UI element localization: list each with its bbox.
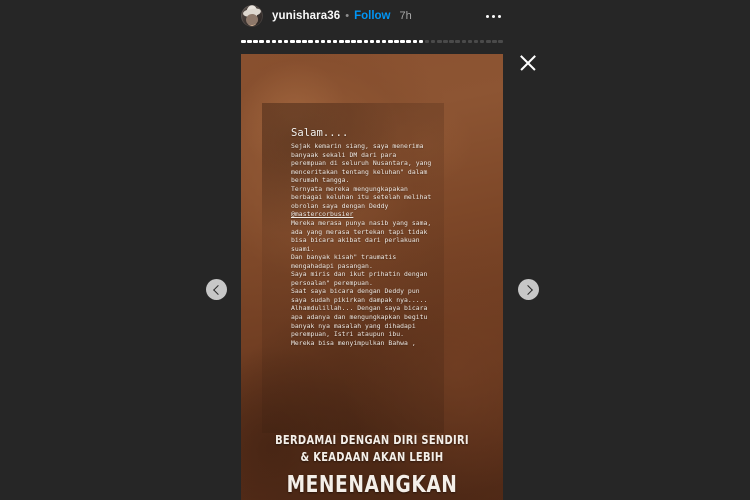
- progress-segment[interactable]: [339, 40, 344, 43]
- more-dot: [486, 14, 489, 18]
- story-body-text-continued: Mereka merasa punya nasib yang sama, ada…: [291, 219, 432, 347]
- more-dot: [498, 14, 501, 18]
- progress-segment[interactable]: [369, 40, 375, 43]
- progress-segment[interactable]: [332, 40, 338, 43]
- progress-segment[interactable]: [302, 40, 307, 43]
- chevron-left-glyph: [212, 284, 223, 295]
- story-caption: BERDAMAI DENGAN DIRI SENDIRI & KEADAAN A…: [241, 431, 503, 500]
- progress-segment[interactable]: [320, 40, 326, 43]
- progress-segment[interactable]: [375, 40, 381, 43]
- story-progress-bar[interactable]: [241, 40, 503, 43]
- progress-segment[interactable]: [388, 40, 393, 43]
- progress-segment[interactable]: [455, 40, 460, 43]
- progress-segment[interactable]: [351, 40, 356, 43]
- follow-button[interactable]: Follow: [354, 10, 390, 22]
- progress-segment[interactable]: [461, 40, 467, 43]
- caption-line-2: & KEADAAN AKAN LEBIH: [300, 449, 444, 464]
- progress-segment[interactable]: [296, 40, 301, 43]
- progress-segment[interactable]: [394, 40, 399, 43]
- progress-segment[interactable]: [498, 40, 503, 43]
- progress-segment[interactable]: [492, 40, 497, 43]
- close-icon[interactable]: [517, 52, 539, 74]
- progress-segment[interactable]: [486, 40, 491, 43]
- story-greeting: Salam....: [291, 127, 349, 140]
- story-media-panel[interactable]: Salam.... Sejak kemarin siang, saya mener…: [241, 54, 503, 500]
- progress-segment[interactable]: [406, 40, 411, 43]
- progress-segment[interactable]: [424, 40, 430, 43]
- chevron-left-icon[interactable]: [206, 279, 227, 300]
- progress-segment[interactable]: [259, 40, 264, 43]
- progress-segment[interactable]: [345, 40, 350, 43]
- caption-line-1: BERDAMAI DENGAN DIRI SENDIRI: [275, 432, 469, 447]
- progress-segment[interactable]: [308, 40, 313, 43]
- progress-segment[interactable]: [241, 40, 246, 43]
- progress-segment[interactable]: [381, 40, 387, 43]
- progress-segment[interactable]: [247, 40, 252, 43]
- progress-segment[interactable]: [443, 40, 448, 43]
- progress-segment[interactable]: [412, 40, 418, 43]
- progress-segment[interactable]: [314, 40, 320, 43]
- chevron-right-glyph: [522, 284, 533, 295]
- progress-segment[interactable]: [277, 40, 283, 43]
- avatar[interactable]: [241, 5, 263, 27]
- progress-segment[interactable]: [271, 40, 277, 43]
- caption-line-3: MENENANGKAN: [286, 472, 458, 498]
- progress-segment[interactable]: [253, 40, 258, 43]
- story-header: yunishara36 • Follow 7h: [241, 0, 503, 32]
- progress-segment[interactable]: [265, 40, 271, 43]
- progress-segment[interactable]: [473, 40, 479, 43]
- username-label[interactable]: yunishara36: [272, 10, 340, 22]
- story-mention[interactable]: @mastercorbusier: [291, 210, 353, 218]
- separator-dot: •: [345, 9, 350, 22]
- progress-segment[interactable]: [363, 40, 369, 43]
- progress-segment[interactable]: [290, 40, 295, 43]
- progress-segment[interactable]: [418, 40, 424, 43]
- progress-segment[interactable]: [437, 40, 442, 43]
- progress-segment[interactable]: [283, 40, 289, 43]
- progress-segment[interactable]: [400, 40, 405, 43]
- progress-segment[interactable]: [449, 40, 454, 43]
- progress-segment[interactable]: [479, 40, 485, 43]
- story-text-block: Salam.... Sejak kemarin siang, saya mener…: [291, 109, 434, 356]
- story-body-text: Sejak kemarin siang, saya menerima banya…: [291, 142, 432, 210]
- progress-segment[interactable]: [357, 40, 362, 43]
- timestamp-label: 7h: [399, 10, 412, 22]
- more-dot: [492, 14, 495, 18]
- progress-segment[interactable]: [467, 40, 473, 43]
- progress-segment[interactable]: [430, 40, 436, 43]
- progress-segment[interactable]: [326, 40, 332, 43]
- chevron-right-icon[interactable]: [518, 279, 539, 300]
- more-options-icon[interactable]: [484, 9, 503, 24]
